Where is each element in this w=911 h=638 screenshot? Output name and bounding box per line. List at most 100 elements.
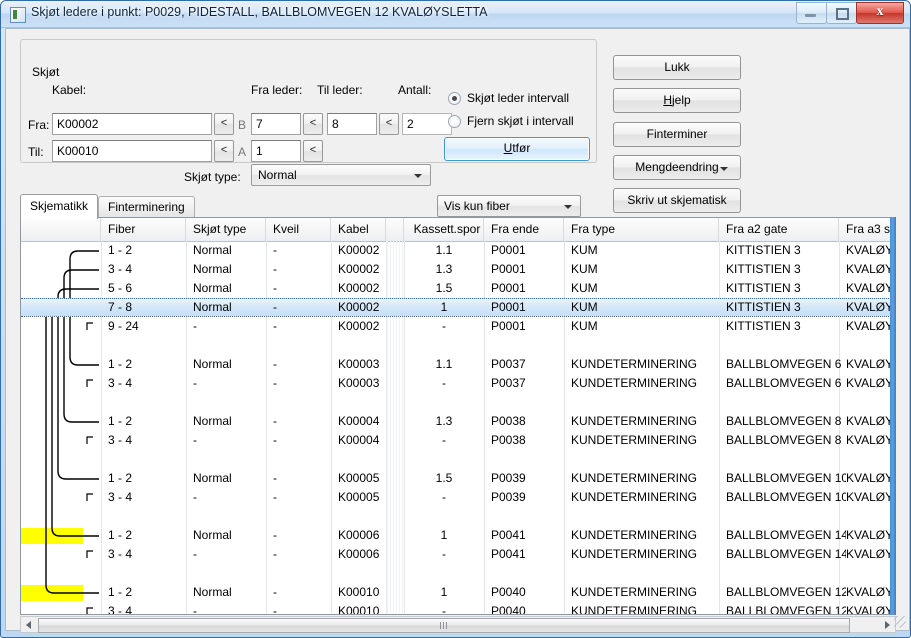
table-row[interactable]: 1 - 2 Normal - K00002 1.1 P0001 KUM KITTISTIEN … [21,241,895,260]
scroll-left-button[interactable] [21,617,37,632]
cell-fratype: KUNDETERMINERING [571,547,698,561]
table-row[interactable]: 3 - 4 Normal - K00002 1.3 P0001 KUM KITTISTIEN … [21,260,895,279]
cell-fraa3: KVALØYSLETTA [846,604,895,615]
table-row[interactable]: 3 - 4 - - K00005 - P0039 KUNDETERMINERING BALLB… [21,488,895,507]
cell-fiber: 1 - 2 [108,243,133,257]
cell-kveil: - [273,319,277,333]
table-row[interactable]: 1 - 2 Normal - K00006 1 P0041 KUNDETERMINERING… [21,526,895,545]
cell-kassett: - [442,433,446,447]
cell-fraa2: KITTISTIEN 3 [726,319,801,333]
maximize-button[interactable] [826,2,857,24]
cell-kveil: - [273,471,277,485]
til-kabel-pick-button[interactable]: < [214,140,234,162]
resize-grip[interactable] [894,616,906,628]
skjot-type-combobox[interactable]: Normal [251,164,431,186]
scroll-right-button[interactable] [879,617,895,632]
cell-fratype: KUNDETERMINERING [571,357,698,371]
grid-body: 1 - 2 Normal - K00002 1.1 P0001 KUM KITTISTIEN … [21,241,895,615]
cell-fratype: KUNDETERMINERING [571,414,698,428]
cell-fraende: P0001 [491,262,526,276]
column-header-fraende[interactable]: Fra ende [484,218,564,241]
cell-fiber: 5 - 6 [108,281,133,295]
column-header-kveil[interactable]: Kveil [266,218,331,241]
fra-leder-2-pick-button[interactable]: < [303,140,323,162]
antall-input[interactable]: 2 [402,113,452,135]
cell-kveil: - [273,433,277,447]
cell-fiber: 3 - 4 [108,547,133,561]
cell-fraa2: BALLBLOMVEGEN 14 [726,528,846,542]
cell-skjot: Normal [193,243,232,257]
cell-skjot: - [193,604,197,615]
cell-fraa3: KVALØYSLETTA [846,300,895,314]
table-row[interactable]: 3 - 4 - - K00010 - P0040 KUNDETERMINERING BALLB… [21,602,895,615]
schematic-grid[interactable]: Fiber Skjøt type Kveil Kabel Kassett.spor Fra… [20,217,896,615]
tab-skjematikk[interactable]: Skjematikk [20,194,99,219]
fra-kabel-input[interactable]: K00002 [52,113,212,135]
minimize-button[interactable] [796,2,827,24]
table-row-spacer [21,564,895,583]
til-leder-input[interactable]: 8 [327,113,377,135]
til-kabel-input[interactable]: K00010 [52,140,212,162]
column-header-fraa3[interactable]: Fra a3 sted [839,218,895,241]
cell-kveil: - [273,490,277,504]
table-row[interactable]: 3 - 4 - - K00004 - P0038 KUNDETERMINERING BALLB… [21,431,895,450]
lukk-button[interactable]: Lukk [613,55,741,80]
cell-fraa3: KVALØYSLETTA [846,376,895,390]
column-header-fraa2[interactable]: Fra a2 gate [719,218,839,241]
table-row[interactable]: 1 - 2 Normal - K00004 1.3 P0038 KUNDETERMINERI… [21,412,895,431]
cell-kassett: 1 [440,528,448,542]
table-row[interactable]: 3 - 4 - - K00006 - P0041 KUNDETERMINERING BALLB… [21,545,895,564]
vis-kun-fiber-combobox[interactable]: Vis kun fiber [437,195,581,217]
utfor-button[interactable]: Utfør [444,137,590,161]
column-header-schem[interactable] [21,218,101,241]
column-header-kassett[interactable]: Kassett.spor [404,218,484,241]
cell-fratype: KUNDETERMINERING [571,376,698,390]
grid-header-row: Fiber Skjøt type Kveil Kabel Kassett.spor Fra… [21,218,895,242]
cell-kabel: K00006 [338,547,380,561]
cell-kassett: - [442,319,446,333]
table-row[interactable]: 1 - 2 Normal - K00003 1.1 P0037 KUNDETERMINERI… [21,355,895,374]
column-header-fiber[interactable]: Fiber [101,218,186,241]
fra-kabel-pick-button[interactable]: < [214,113,234,135]
close-button[interactable]: x [856,2,904,24]
mengdeendring-button[interactable]: Mengdeendring [613,155,741,180]
horizontal-scroll-thumb[interactable] [38,618,850,633]
cell-fiber: 1 - 2 [108,414,133,428]
vertical-scrollbar[interactable] [890,217,896,615]
cell-fiber: 3 - 4 [108,376,133,390]
title-bar[interactable]: Skjøt ledere i punkt: P0029, PIDESTALL, … [1,1,910,28]
cell-kassett: 1.1 [435,243,453,257]
client-area: Skjøt Kabel: Fra: Til: K00002 < B K00010… [5,28,910,633]
cell-fraa3: KVALØYSLETTA [846,433,895,447]
column-header-gutter[interactable] [386,218,404,241]
finterminer-button[interactable]: Finterminer [613,122,741,147]
fra-leder-pick-button[interactable]: < [303,113,323,135]
table-row[interactable]: 1 - 2 Normal - K00005 1.5 P0039 KUNDETERMINERI… [21,469,895,488]
fra-leder-input[interactable]: 7 [251,113,301,135]
column-header-fratype[interactable]: Fra type [564,218,719,241]
cell-fraa3: KVALØYSLETTA [846,262,895,276]
cell-fraa3: KVALØYSLETTA [846,414,895,428]
column-header-skjot[interactable]: Skjøt type [186,218,266,241]
fra-leder-2-input[interactable]: 1 [251,140,301,162]
cell-fraende: P0037 [491,376,526,390]
table-row[interactable]: 9 - 24 - - K00002 - P0001 KUM KITTISTIEN 3 KVALØ… [21,317,895,336]
cell-fratype: KUM [571,281,598,295]
cell-kassett: - [442,547,446,561]
column-header-kabel[interactable]: Kabel [331,218,386,241]
cell-fraa3: KVALØYSLETTA [846,528,895,542]
tab-finterminering[interactable]: Finterminering [98,196,195,218]
table-row-spacer [21,507,895,526]
cell-kveil: - [273,281,277,295]
table-row[interactable]: 7 - 8 Normal - K00002 1 P0001 KUM KITTISTIEN 3 K… [21,298,895,317]
table-row[interactable]: 5 - 6 Normal - K00002 1.5 P0001 KUM KITTISTIEN … [21,279,895,298]
table-row[interactable]: 3 - 4 - - K00003 - P0037 KUNDETERMINERING BALLB… [21,374,895,393]
cell-fratype: KUNDETERMINERING [571,585,698,599]
til-leder-pick-button[interactable]: < [379,113,399,135]
dialog-window: Skjøt ledere i punkt: P0029, PIDESTALL, … [0,0,911,638]
table-row[interactable]: 1 - 2 Normal - K00010 1 P0040 KUNDETERMINERING… [21,583,895,602]
cell-kveil: - [273,262,277,276]
hjelp-button[interactable]: Hjelp [613,88,741,113]
cell-kveil: - [273,414,277,428]
horizontal-scrollbar[interactable] [20,616,896,633]
